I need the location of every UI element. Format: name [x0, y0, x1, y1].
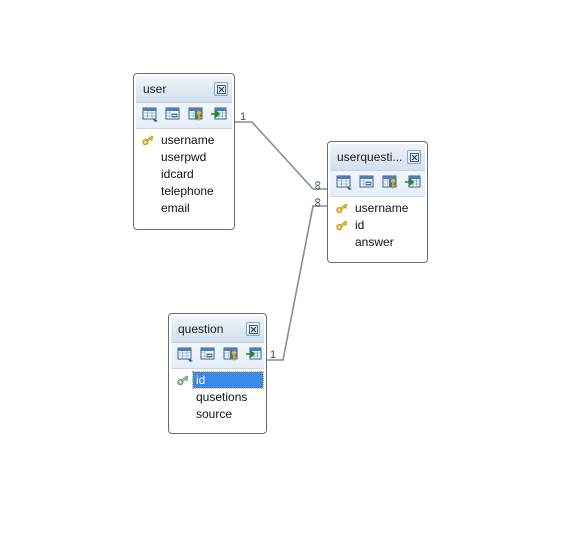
entity-userquestion-body: userquesti... username id answer — [328, 142, 427, 262]
close-icon[interactable] — [214, 82, 228, 96]
entity-user[interactable]: user username userpwd idcard telephone e… — [133, 73, 235, 230]
table-key-icon[interactable] — [382, 175, 400, 191]
key-placeholder — [141, 150, 158, 164]
field-row[interactable]: username — [136, 131, 232, 148]
entity-question-toolbar[interactable] — [171, 343, 264, 369]
table-export-icon[interactable] — [405, 175, 423, 191]
field-name: id — [191, 370, 265, 389]
field-name: userpwd — [161, 149, 207, 164]
cardinality-userquestion-side-b: ∞ — [311, 197, 327, 208]
key-placeholder — [176, 390, 193, 404]
field-name: username — [355, 200, 409, 215]
field-row[interactable]: qusetions — [171, 388, 264, 405]
table-field-icon[interactable] — [359, 175, 377, 191]
table-new-icon[interactable] — [177, 347, 195, 363]
entity-question-titlebar[interactable]: question — [171, 316, 264, 343]
table-export-icon[interactable] — [211, 107, 229, 123]
entity-userquestion-title: userquesti... — [337, 150, 403, 164]
relationship-user-userquestion — [235, 121, 327, 190]
table-export-icon[interactable] — [246, 347, 264, 363]
entity-user-toolbar[interactable] — [136, 103, 232, 129]
primary-key-icon — [335, 218, 352, 232]
field-row[interactable]: userpwd — [136, 148, 232, 165]
entity-userquestion-fields: username id answer — [330, 197, 425, 260]
field-name: telephone — [161, 183, 214, 198]
primary-key-icon — [335, 201, 352, 215]
entity-user-body: user username userpwd idcard telephone e… — [134, 74, 234, 229]
entity-question-fields: id qusetions source — [171, 369, 265, 431]
entity-user-titlebar[interactable]: user — [136, 76, 232, 103]
field-row[interactable]: username — [330, 199, 425, 216]
table-field-icon[interactable] — [200, 347, 218, 363]
close-icon[interactable] — [407, 150, 421, 164]
field-row[interactable]: answer — [330, 233, 425, 250]
entity-user-title: user — [143, 82, 167, 96]
cardinality-user-side: 1 — [240, 111, 247, 123]
relationship-connectors — [235, 121, 327, 361]
key-placeholder — [335, 235, 352, 249]
cardinality-question-side: 1 — [270, 349, 277, 361]
cardinality-userquestion-side-a: ∞ — [311, 180, 327, 191]
field-name: idcard — [161, 166, 194, 181]
field-row[interactable]: idcard — [136, 165, 232, 182]
entity-userquestion[interactable]: userquesti... username id answer — [327, 141, 428, 263]
close-icon[interactable] — [246, 322, 260, 336]
entity-user-fields: username userpwd idcard telephone email — [136, 129, 232, 227]
table-field-icon[interactable] — [165, 107, 183, 123]
key-placeholder — [141, 184, 158, 198]
field-name: id — [355, 217, 365, 232]
table-key-icon[interactable] — [223, 347, 241, 363]
primary-key-icon — [141, 133, 158, 147]
entity-userquestion-titlebar[interactable]: userquesti... — [330, 144, 425, 171]
er-diagram-canvas: 1 ∞ ∞ 1 user username userpwd idcard tel… — [0, 0, 562, 547]
primary-key-icon — [176, 373, 193, 387]
field-row[interactable]: email — [136, 199, 232, 216]
field-name: email — [161, 200, 190, 215]
table-new-icon[interactable] — [336, 175, 354, 191]
entity-question[interactable]: question id qusetions source — [168, 313, 267, 434]
field-row-selected[interactable]: id — [171, 370, 265, 389]
entity-question-title: question — [178, 322, 224, 336]
table-new-icon[interactable] — [142, 107, 160, 123]
key-placeholder — [176, 407, 193, 421]
key-placeholder — [141, 167, 158, 181]
entity-userquestion-toolbar[interactable] — [330, 171, 425, 197]
field-name: username — [161, 132, 215, 147]
table-key-icon[interactable] — [188, 107, 206, 123]
relationship-question-userquestion — [267, 205, 327, 361]
entity-question-body: question id qusetions source — [169, 314, 266, 433]
field-row[interactable]: id — [330, 216, 425, 233]
field-name: qusetions — [196, 389, 248, 404]
field-name: source — [196, 406, 233, 421]
field-row[interactable]: telephone — [136, 182, 232, 199]
key-placeholder — [141, 201, 158, 215]
field-row[interactable]: source — [171, 405, 264, 422]
field-name: answer — [355, 234, 394, 249]
